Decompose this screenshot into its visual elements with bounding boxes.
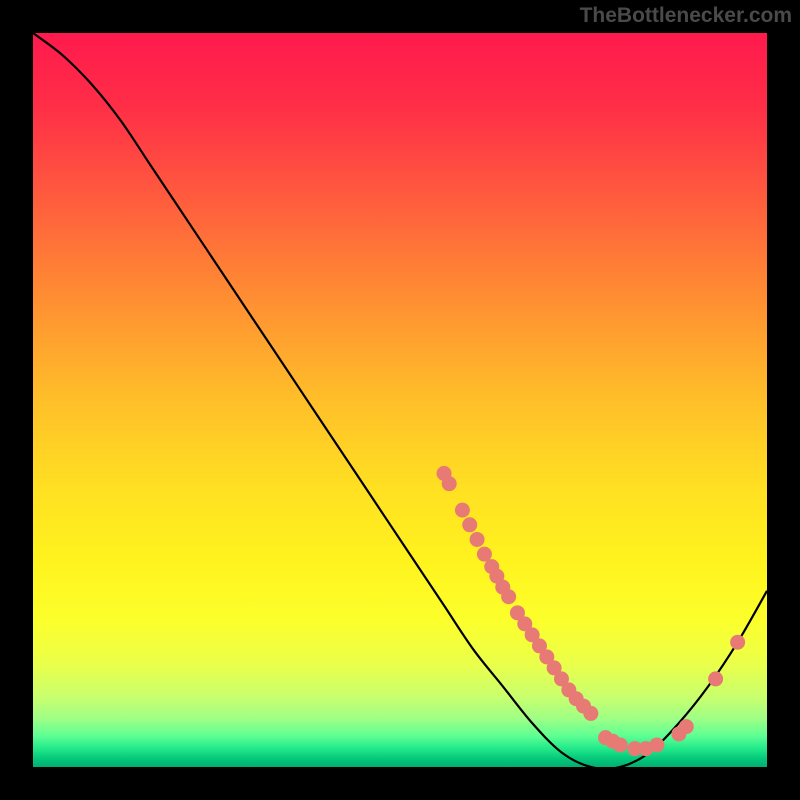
data-marker [462,517,477,532]
chart-svg [33,33,767,767]
data-marker [708,671,723,686]
attribution-text: TheBottlenecker.com [580,4,792,28]
chart-container: TheBottlenecker.com [0,0,800,800]
data-marker [477,547,492,562]
data-marker [455,503,470,518]
data-marker [649,737,664,752]
data-marker [613,737,628,752]
data-marker [442,476,457,491]
data-marker [583,706,598,721]
data-marker [470,532,485,547]
data-marker [501,589,516,604]
data-marker [679,719,694,734]
plot-area [33,33,767,767]
gradient-background [33,33,767,767]
data-marker [730,635,745,650]
